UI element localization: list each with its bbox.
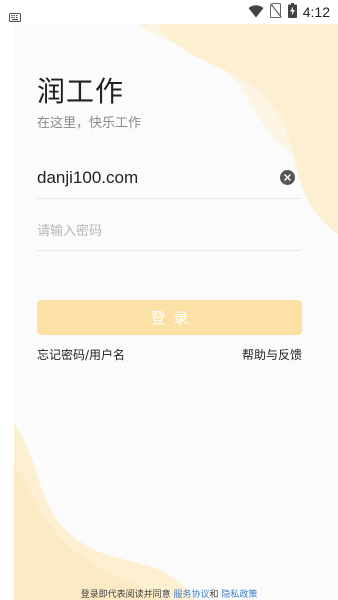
wifi-icon <box>248 3 264 22</box>
battery-charging-icon <box>287 2 297 22</box>
keyboard-icon <box>9 7 21 26</box>
login-button[interactable]: 登录 <box>37 300 302 335</box>
password-input[interactable] <box>37 210 273 250</box>
app-title: 润工作 <box>37 75 125 108</box>
bottom-left-decoration <box>14 424 194 600</box>
username-field <box>37 158 301 199</box>
clear-input-button[interactable] <box>280 170 295 185</box>
status-icons: 4:12 <box>248 2 330 22</box>
service-agreement-link[interactable]: 服务协议 <box>173 590 209 600</box>
forgot-password-link[interactable]: 忘记密码/用户名 <box>37 346 125 363</box>
help-feedback-link[interactable]: 帮助与反馈 <box>242 346 302 363</box>
username-input[interactable] <box>37 158 273 198</box>
status-bar: 4:12 <box>0 0 338 24</box>
status-time: 4:12 <box>302 4 330 20</box>
agreement-text: 登录即代表阅读并同意 服务协议和 隐私政策 <box>0 587 338 600</box>
password-field <box>37 210 301 251</box>
no-sim-icon <box>269 2 282 22</box>
app-subtitle: 在这里，快乐工作 <box>37 116 142 131</box>
agreement-and: 和 <box>209 590 219 600</box>
top-right-decoration <box>138 24 338 234</box>
close-icon <box>284 174 291 181</box>
agreement-prefix: 登录即代表阅读并同意 <box>80 590 174 600</box>
privacy-policy-link[interactable]: 隐私政策 <box>221 590 257 600</box>
